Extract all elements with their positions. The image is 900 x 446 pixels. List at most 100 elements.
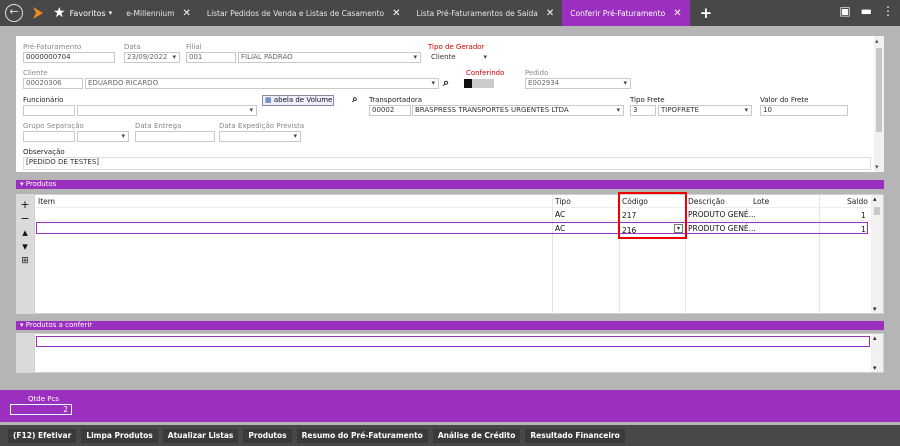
- cell-tipo[interactable]: AC: [555, 210, 565, 219]
- col-header-item[interactable]: Item: [38, 197, 55, 206]
- observacao-label: Observação: [23, 148, 65, 156]
- data-entrega-field[interactable]: [135, 131, 215, 142]
- chevron-down-icon: ▾: [121, 132, 125, 140]
- filial-name-field[interactable]: FILIAL PADRÃO ▾: [238, 52, 421, 63]
- expand-icon[interactable]: ⊞: [16, 254, 34, 268]
- chevron-down-icon: ▾: [483, 53, 487, 61]
- tab-label: e-Millennium: [126, 8, 175, 18]
- produtos-toolbar: + − ▴ ▾ ⊞: [16, 194, 34, 314]
- chevron-up-icon[interactable]: ▴: [875, 37, 879, 45]
- move-down-button[interactable]: ▾: [16, 240, 34, 254]
- resultado-financeiro-button[interactable]: Resultado Financeiro: [525, 428, 625, 443]
- grupo-separacao-select[interactable]: ▾: [77, 131, 129, 142]
- col-header-saldo[interactable]: Saldo: [847, 197, 868, 206]
- cliente-code-field[interactable]: 00020306: [23, 78, 83, 89]
- tipo-gerador-value: Cliente: [431, 53, 456, 61]
- close-icon[interactable]: ✕: [673, 8, 681, 19]
- tabela-volume-button[interactable]: ▦ abela de Volume: [262, 95, 334, 106]
- tab-emillennium[interactable]: e-Millennium ✕: [118, 0, 199, 26]
- cliente-name-field[interactable]: EDUARDO RICARDO ▾: [85, 78, 439, 89]
- produtos-section-header[interactable]: ▾ Produtos: [16, 180, 884, 189]
- add-row-button[interactable]: +: [16, 198, 34, 212]
- observacao-field[interactable]: [PEDIDO DE TESTES]: [23, 157, 871, 170]
- resumo-pre-faturamento-button[interactable]: Resumo do Pré-Faturamento: [296, 428, 428, 443]
- cell-saldo[interactable]: 1: [861, 211, 866, 220]
- chevron-down-icon: ▾: [744, 106, 748, 114]
- transportadora-name-field[interactable]: BRASPRESS TRANSPORTES URGENTES LTDA ▾: [412, 105, 624, 116]
- chevron-down-icon[interactable]: ▾: [875, 163, 879, 171]
- cell-descricao[interactable]: PRODUTO GENÉ...: [688, 210, 756, 219]
- produtos-conferir-section-label: Produtos a conferir: [25, 321, 93, 329]
- scroll-thumb[interactable]: [874, 207, 880, 215]
- scroll-thumb[interactable]: [876, 48, 882, 132]
- transportadora-code-field[interactable]: 00002: [369, 105, 411, 116]
- tipo-frete-name-field[interactable]: TIPOFRETE ▾: [658, 105, 752, 116]
- tipo-frete-name-value: TIPOFRETE: [661, 106, 700, 114]
- produtos-conferir-scrollbar[interactable]: ▴ ▾: [871, 334, 883, 372]
- conferindo-label: Conferindo: [466, 69, 505, 77]
- data-field[interactable]: 23/09/2022 ▾: [124, 52, 180, 63]
- data-expedicao-field[interactable]: ▾: [219, 131, 301, 142]
- search-icon[interactable]: ⌕: [443, 76, 449, 90]
- efetivar-button[interactable]: (F12) Efetivar: [8, 428, 77, 443]
- chevron-down-icon[interactable]: ▾: [873, 305, 877, 313]
- chevron-down-icon[interactable]: ▾: [873, 364, 877, 372]
- tabela-volume-label: abela de Volume: [273, 96, 333, 104]
- produtos-scrollbar[interactable]: ▴ ▾: [871, 195, 883, 313]
- atualizar-listas-button[interactable]: Atualizar Listas: [162, 428, 239, 443]
- table-icon: ▦: [265, 96, 274, 104]
- highlight-codigo-column: [618, 192, 687, 239]
- transportadora-name-value: BRASPRESS TRANSPORTES URGENTES LTDA: [415, 106, 569, 114]
- form-scrollbar[interactable]: ▴ ▾: [874, 36, 884, 172]
- conferindo-toggle[interactable]: [464, 79, 494, 88]
- tab-listar-pedidos[interactable]: Listar Pedidos de Venda e Listas de Casa…: [199, 0, 409, 26]
- funcionario-name-field[interactable]: ▾: [77, 105, 257, 116]
- produtos-conferir-section-header[interactable]: ▾ Produtos a conferir: [16, 321, 884, 330]
- qtd-pcs-field[interactable]: 2: [10, 404, 72, 415]
- valor-frete-label: Valor do Frete: [760, 96, 809, 104]
- produtos-section-label: Produtos: [25, 180, 57, 188]
- chevron-up-icon[interactable]: ▴: [873, 195, 877, 203]
- chevron-down-icon: ▾: [616, 106, 620, 114]
- cell-descricao[interactable]: PRODUTO GENÉ...: [688, 224, 756, 233]
- funcionario-code-field[interactable]: [23, 105, 75, 116]
- close-icon[interactable]: ✕: [392, 8, 400, 19]
- remove-row-button[interactable]: −: [16, 212, 34, 226]
- pedido-field[interactable]: E002934 ▾: [525, 78, 631, 89]
- cliente-label: Cliente: [23, 69, 48, 77]
- close-icon[interactable]: ✕: [546, 8, 554, 19]
- analise-credito-button[interactable]: Análise de Crédito: [432, 428, 521, 443]
- limpa-produtos-button[interactable]: Limpa Produtos: [81, 428, 158, 443]
- grupo-separacao-code-field[interactable]: [23, 131, 75, 142]
- funcionario-label: Funcionário: [23, 96, 64, 104]
- tab-conferir-pre-faturamento[interactable]: Conferir Pré-Faturamento ✕: [562, 0, 690, 26]
- back-icon[interactable]: ←: [5, 4, 23, 22]
- col-header-descricao[interactable]: Descrição: [688, 197, 725, 206]
- tipo-gerador-select[interactable]: Cliente ▾: [428, 52, 491, 63]
- chat-icon[interactable]: ▬: [861, 4, 872, 18]
- tipo-frete-code-field[interactable]: 3: [630, 105, 656, 116]
- produtos-button[interactable]: Produtos: [243, 428, 292, 443]
- action-bar: (F12) Efetivar Limpa Produtos Atualizar …: [0, 425, 900, 446]
- search-icon[interactable]: ⌕: [352, 94, 358, 105]
- chevron-up-icon[interactable]: ▴: [873, 334, 877, 342]
- favorites-menu[interactable]: ★ Favoritos ▾: [53, 5, 112, 21]
- pre-faturamento-field[interactable]: 0000000704: [23, 52, 115, 63]
- chevron-down-icon: ▾: [108, 9, 113, 17]
- tab-lista-pre-faturamentos[interactable]: Lista Pré-Faturamentos de Saída ✕: [409, 0, 563, 26]
- clipboard-icon[interactable]: ▣: [839, 4, 850, 18]
- row-divider: [35, 220, 871, 221]
- valor-frete-field[interactable]: 10: [760, 105, 848, 116]
- move-up-button[interactable]: ▴: [16, 226, 34, 240]
- close-icon[interactable]: ✕: [183, 8, 191, 19]
- table-row-selected[interactable]: [36, 336, 870, 347]
- filial-code-field[interactable]: 001: [186, 52, 236, 63]
- col-header-tipo[interactable]: Tipo: [555, 197, 571, 206]
- data-entrega-label: Data Entrega: [135, 122, 182, 130]
- col-header-lote[interactable]: Lote: [753, 197, 769, 206]
- more-icon[interactable]: ⋮: [882, 4, 894, 18]
- add-tab-icon[interactable]: +: [700, 4, 713, 22]
- tab-label: Listar Pedidos de Venda e Listas de Casa…: [206, 8, 385, 18]
- cell-tipo[interactable]: AC: [555, 224, 565, 233]
- cell-saldo[interactable]: 1: [861, 225, 866, 234]
